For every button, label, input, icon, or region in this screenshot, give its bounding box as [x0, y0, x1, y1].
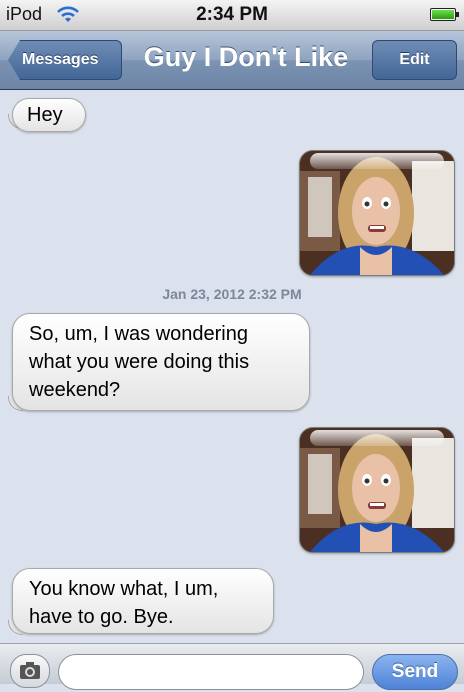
message-bubble-received: You know what, I um, have to go. Bye.	[12, 568, 274, 634]
status-time: 2:34 PM	[196, 4, 268, 25]
message-text: So, um, I was wondering what you were do…	[29, 323, 250, 401]
message-input[interactable]	[58, 654, 364, 690]
photo-gloss	[310, 153, 444, 169]
camera-icon	[20, 662, 40, 679]
message-text: Hey	[27, 104, 63, 126]
messages-back-button[interactable]: Messages	[8, 40, 122, 80]
navigation-bar: Messages Guy I Don't Like Edit	[0, 31, 464, 90]
photo-image	[300, 151, 454, 275]
battery-icon	[430, 8, 459, 21]
composer-bar: Send	[0, 643, 464, 690]
message-bubble-received: So, um, I was wondering what you were do…	[12, 313, 310, 411]
status-bar: iPod 2:34 PM	[0, 0, 464, 31]
photo-gloss	[310, 430, 444, 446]
message-bubble-received: Hey	[12, 98, 86, 132]
message-timestamp: Jan 23, 2012 2:32 PM	[162, 286, 302, 302]
message-text: You know what, I um, have to go. Bye.	[29, 578, 219, 628]
edit-button[interactable]: Edit	[372, 40, 457, 80]
photo-message-sent[interactable]	[299, 150, 455, 276]
photo-image	[300, 428, 454, 552]
photo-message-sent[interactable]	[299, 427, 455, 553]
conversation-title: Guy I Don't Like	[143, 42, 349, 72]
send-button[interactable]: Send	[372, 654, 458, 690]
